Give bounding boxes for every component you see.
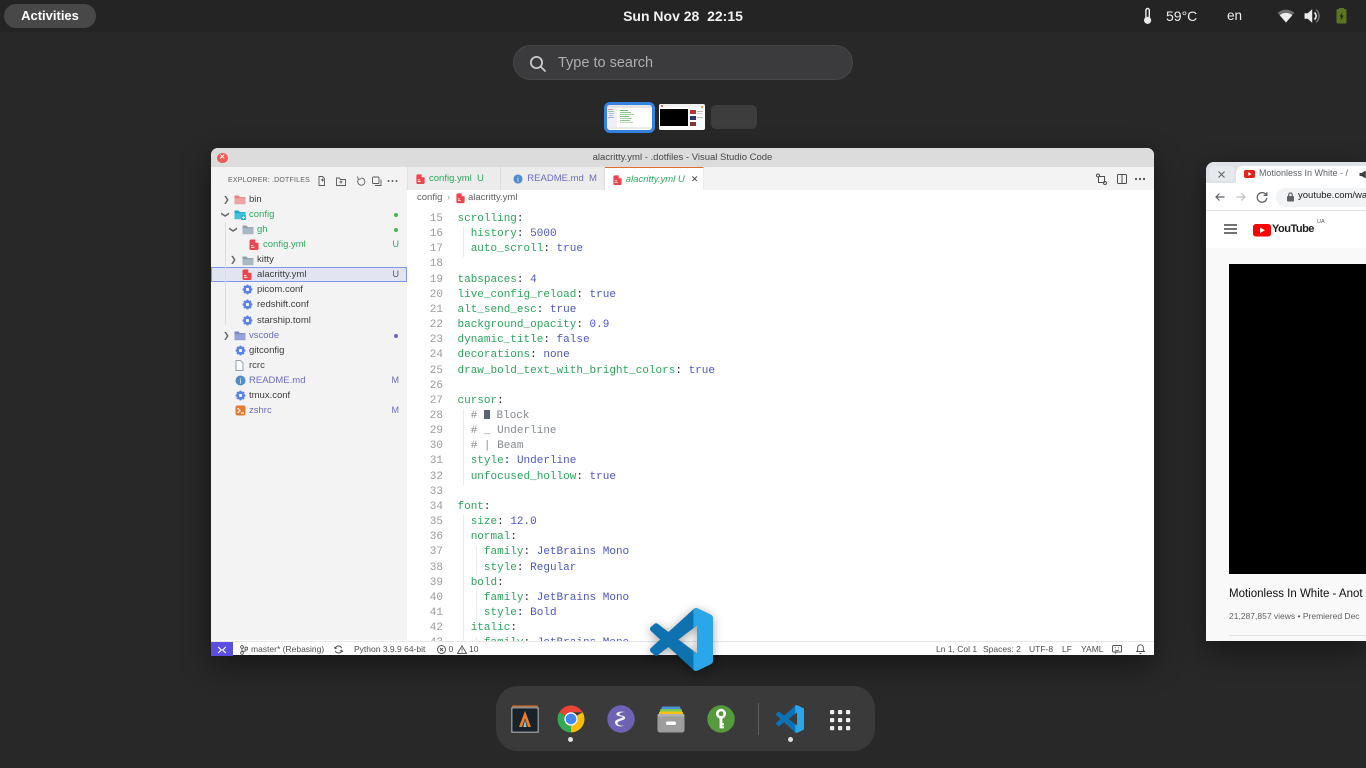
svg-text:i: i [517,175,519,183]
